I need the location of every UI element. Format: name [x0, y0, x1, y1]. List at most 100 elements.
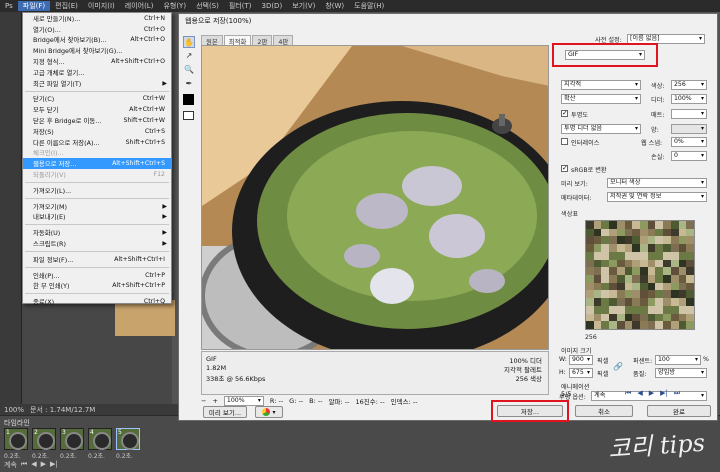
color-cell[interactable] [647, 282, 656, 291]
color-cell[interactable] [647, 321, 656, 329]
color-cell[interactable] [655, 259, 664, 268]
color-cell[interactable] [586, 282, 594, 291]
color-cell[interactable] [593, 251, 602, 260]
color-cell[interactable] [616, 251, 625, 260]
quality-select[interactable]: 양입방 [655, 368, 707, 378]
color-cell[interactable] [624, 244, 633, 252]
done-button[interactable]: 완료 [647, 405, 711, 417]
color-cell[interactable] [678, 236, 687, 245]
file-menu-item[interactable]: 닫기(C) Ctrl+W [23, 94, 171, 105]
color-cell[interactable] [632, 274, 640, 283]
color-cell[interactable] [593, 228, 602, 237]
color-cell[interactable] [678, 267, 687, 275]
file-menu-item[interactable]: 자동화(U) ▶ [23, 227, 171, 238]
color-cell[interactable] [609, 251, 617, 260]
color-cell[interactable] [655, 228, 664, 237]
timeline-frame[interactable]: 1 0.2초. [4, 428, 28, 462]
color-cell[interactable] [686, 236, 694, 245]
color-cell[interactable] [670, 244, 679, 252]
lossy-select[interactable]: 0 [671, 151, 707, 161]
menu-6[interactable]: 선택(S) [191, 1, 224, 11]
color-cell[interactable] [609, 228, 617, 237]
color-cell[interactable] [593, 290, 602, 299]
color-cell[interactable] [632, 313, 640, 322]
color-cell[interactable] [593, 267, 602, 275]
color-cell[interactable] [686, 305, 694, 314]
color-cell[interactable] [640, 251, 648, 260]
color-cell[interactable] [609, 244, 617, 252]
color-cell[interactable] [616, 290, 625, 299]
color-cell[interactable] [632, 298, 640, 306]
frame-duration[interactable]: 0.2초. [116, 451, 140, 460]
color-cell[interactable] [624, 290, 633, 299]
color-cell[interactable] [647, 244, 656, 252]
file-menu-item[interactable]: 웹용으로 저장... Alt+Shift+Ctrl+S [23, 158, 171, 170]
color-cell[interactable] [686, 298, 694, 306]
color-cell[interactable] [624, 259, 633, 268]
color-cell[interactable] [640, 244, 648, 252]
menu-4[interactable]: 레이어(L) [120, 1, 159, 11]
color-cell[interactable] [593, 313, 602, 322]
preview-select[interactable]: 모니터 색상 [607, 178, 707, 188]
matte-select[interactable] [671, 109, 707, 119]
color-cell[interactable] [686, 251, 694, 260]
color-cell[interactable] [670, 290, 679, 299]
color-cell[interactable] [647, 251, 656, 260]
file-menu-item[interactable]: 고급 개체로 열기... [23, 67, 171, 78]
color-cell[interactable] [593, 305, 602, 314]
color-cell[interactable] [616, 244, 625, 252]
color-cell[interactable] [655, 244, 664, 252]
frame-duration[interactable]: 0.2초. [88, 451, 112, 460]
color-cell[interactable] [640, 221, 648, 229]
color-cell[interactable] [663, 274, 671, 283]
color-cell[interactable] [593, 298, 602, 306]
color-cell[interactable] [601, 221, 610, 229]
color-cell[interactable] [655, 267, 664, 275]
frame-duration[interactable]: 0.2초. [4, 451, 28, 460]
color-cell[interactable] [647, 221, 656, 229]
color-cell[interactable] [670, 221, 679, 229]
color-cell[interactable] [624, 305, 633, 314]
color-cell[interactable] [640, 228, 648, 237]
color-cell[interactable] [624, 313, 633, 322]
next-frame-icon[interactable]: ▶| [50, 460, 58, 470]
color-cell[interactable] [663, 221, 671, 229]
color-cell[interactable] [647, 313, 656, 322]
color-cell[interactable] [678, 251, 687, 260]
color-cell[interactable] [663, 267, 671, 275]
file-menu-item[interactable]: 내보내기(E) ▶ [23, 212, 171, 223]
transparency-dither-select[interactable]: 투명 디더 없음 [561, 124, 641, 134]
color-cell[interactable] [601, 305, 610, 314]
file-menu-item[interactable]: 최근 파일 열기(T) ▶ [23, 78, 171, 89]
color-cell[interactable] [616, 321, 625, 329]
color-cell[interactable] [655, 274, 664, 283]
color-cell[interactable] [678, 228, 687, 237]
color-cell[interactable] [655, 305, 664, 314]
menu-10[interactable]: 창(W) [320, 1, 349, 11]
color-cell[interactable] [670, 259, 679, 268]
percent-field[interactable]: 100 [655, 355, 701, 365]
color-cell[interactable] [647, 236, 656, 245]
color-cell[interactable] [632, 259, 640, 268]
color-cell[interactable] [640, 321, 648, 329]
color-cell[interactable] [686, 313, 694, 322]
websnap-select[interactable]: 0% [671, 137, 707, 147]
color-cell[interactable] [624, 236, 633, 245]
zoom-select[interactable]: 100% [223, 396, 264, 406]
file-menu-item[interactable]: 지정 형식... Alt+Shift+Ctrl+O [23, 56, 171, 67]
amount-field[interactable] [671, 124, 707, 134]
color-cell[interactable] [686, 274, 694, 283]
height-field[interactable]: 675 [569, 368, 593, 378]
color-cell[interactable] [609, 221, 617, 229]
color-cell[interactable] [593, 259, 602, 268]
color-cell[interactable] [601, 259, 610, 268]
color-cell[interactable] [640, 282, 648, 291]
color-cell[interactable] [601, 321, 610, 329]
color-cell[interactable] [586, 259, 594, 268]
color-cell[interactable] [670, 305, 679, 314]
color-cell[interactable] [586, 321, 594, 329]
color-cell[interactable] [663, 259, 671, 268]
file-menu-item[interactable]: 스크립트(R) ▶ [23, 238, 171, 249]
color-cell[interactable] [593, 321, 602, 329]
color-cell[interactable] [686, 259, 694, 268]
